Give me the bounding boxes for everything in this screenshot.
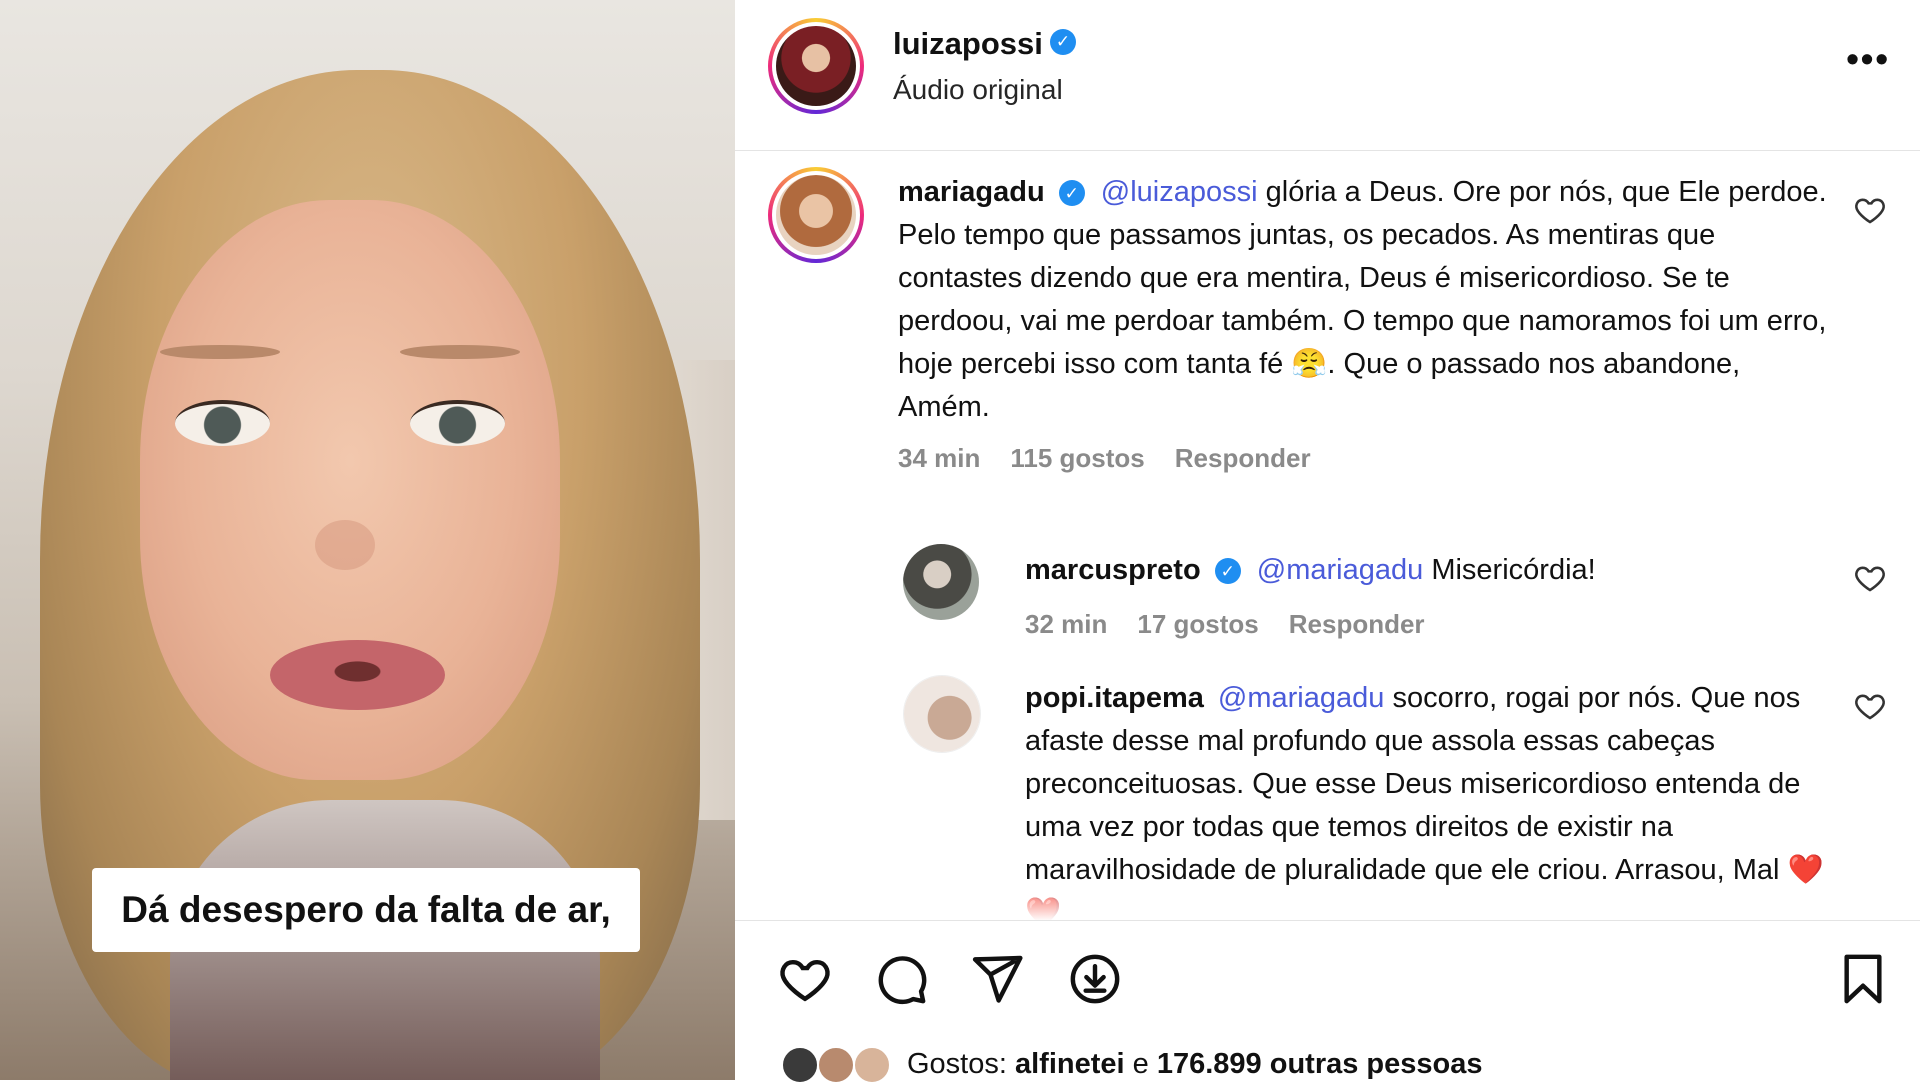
commenter-username[interactable]: popi.itapema — [1025, 682, 1204, 714]
reply-button[interactable]: Responder — [1175, 443, 1311, 473]
liker-avatar — [781, 1046, 819, 1084]
commenter-username[interactable]: marcuspreto — [1025, 554, 1201, 586]
comment-bubble-icon[interactable] — [873, 951, 929, 1007]
eyebrow-left — [160, 345, 280, 359]
eye-left — [175, 400, 270, 446]
scroll-fade — [735, 881, 1920, 921]
commenter-avatar[interactable] — [768, 167, 864, 263]
verified-badge-icon: ✓ — [1050, 29, 1076, 55]
author-avatar[interactable] — [768, 18, 864, 114]
comment-time: 34 min — [898, 443, 981, 473]
liker-avatars — [781, 1042, 891, 1084]
comment-like-heart-icon[interactable] — [1853, 561, 1887, 595]
download-icon[interactable] — [1067, 951, 1123, 1007]
mouth — [270, 640, 445, 710]
likes-prefix: Gostos: — [907, 1048, 1007, 1080]
comment-item: mariagadu ✓ @luizapossi glória a Deus. O… — [735, 151, 1920, 491]
eye-right — [410, 400, 505, 446]
more-options-button[interactable]: ••• — [1846, 38, 1890, 80]
commenter-username[interactable]: mariagadu — [898, 176, 1045, 208]
comment-mention[interactable]: @luizapossi — [1101, 176, 1258, 208]
bookmark-icon[interactable] — [1835, 951, 1891, 1007]
comment-meta: 34 min 115 gostos Responder — [898, 443, 1341, 474]
heart-icon[interactable] — [777, 951, 833, 1007]
comment-like-heart-icon[interactable] — [1853, 689, 1887, 723]
reply-item: marcuspreto ✓ @mariagadu Misericórdia! 3… — [735, 531, 1920, 651]
liker-avatar — [817, 1046, 855, 1084]
video-caption: Dá desespero da falta de ar, — [92, 868, 640, 952]
comment-text: Misericórdia! — [1431, 554, 1596, 586]
audio-label[interactable]: Áudio original — [893, 74, 1063, 106]
nose — [315, 520, 375, 570]
action-bar — [735, 920, 1920, 1021]
paper-plane-icon[interactable] — [969, 951, 1025, 1007]
liker-avatar — [853, 1046, 891, 1084]
comment-like-heart-icon[interactable] — [1853, 193, 1887, 227]
post-header: luizapossi ✓ Áudio original ••• — [735, 0, 1920, 151]
verified-badge-icon: ✓ — [1058, 180, 1085, 207]
verified-badge-icon: ✓ — [1214, 558, 1241, 585]
likes-text: Gostos: alfinetei e 176.899 outras pesso… — [907, 1048, 1483, 1081]
comment-text: glória a Deus. Ore por nós, que Ele perd… — [898, 176, 1827, 423]
post-panel: luizapossi ✓ Áudio original ••• mariagad… — [735, 0, 1920, 1084]
comment-mention[interactable]: @mariagadu — [1218, 682, 1384, 714]
comment-list[interactable]: mariagadu ✓ @luizapossi glória a Deus. O… — [735, 151, 1920, 921]
author-username[interactable]: luizapossi — [893, 26, 1043, 62]
first-liker[interactable]: alfinetei — [1015, 1048, 1125, 1080]
comment-time: 32 min — [1025, 609, 1108, 639]
likes-connector: e — [1132, 1048, 1149, 1080]
comment-meta: 32 min 17 gostos Responder — [1025, 609, 1455, 640]
commenter-avatar[interactable] — [903, 675, 981, 753]
likes-others[interactable]: 176.899 outras pessoas — [1157, 1048, 1483, 1080]
reply-button[interactable]: Responder — [1289, 609, 1425, 639]
eyebrow-right — [400, 345, 520, 359]
commenter-avatar[interactable] — [903, 544, 979, 620]
comment-mention[interactable]: @mariagadu — [1257, 554, 1423, 586]
comment-likes[interactable]: 115 gostos — [1010, 443, 1144, 473]
comment-body: mariagadu ✓ @luizapossi glória a Deus. O… — [898, 171, 1828, 429]
comment-body: marcuspreto ✓ @mariagadu Misericórdia! — [1025, 549, 1825, 592]
comment-likes[interactable]: 17 gostos — [1137, 609, 1258, 639]
likes-summary[interactable]: Gostos: alfinetei e 176.899 outras pesso… — [735, 1040, 1920, 1084]
video-player[interactable]: Dá desespero da falta de ar, — [0, 0, 735, 1080]
